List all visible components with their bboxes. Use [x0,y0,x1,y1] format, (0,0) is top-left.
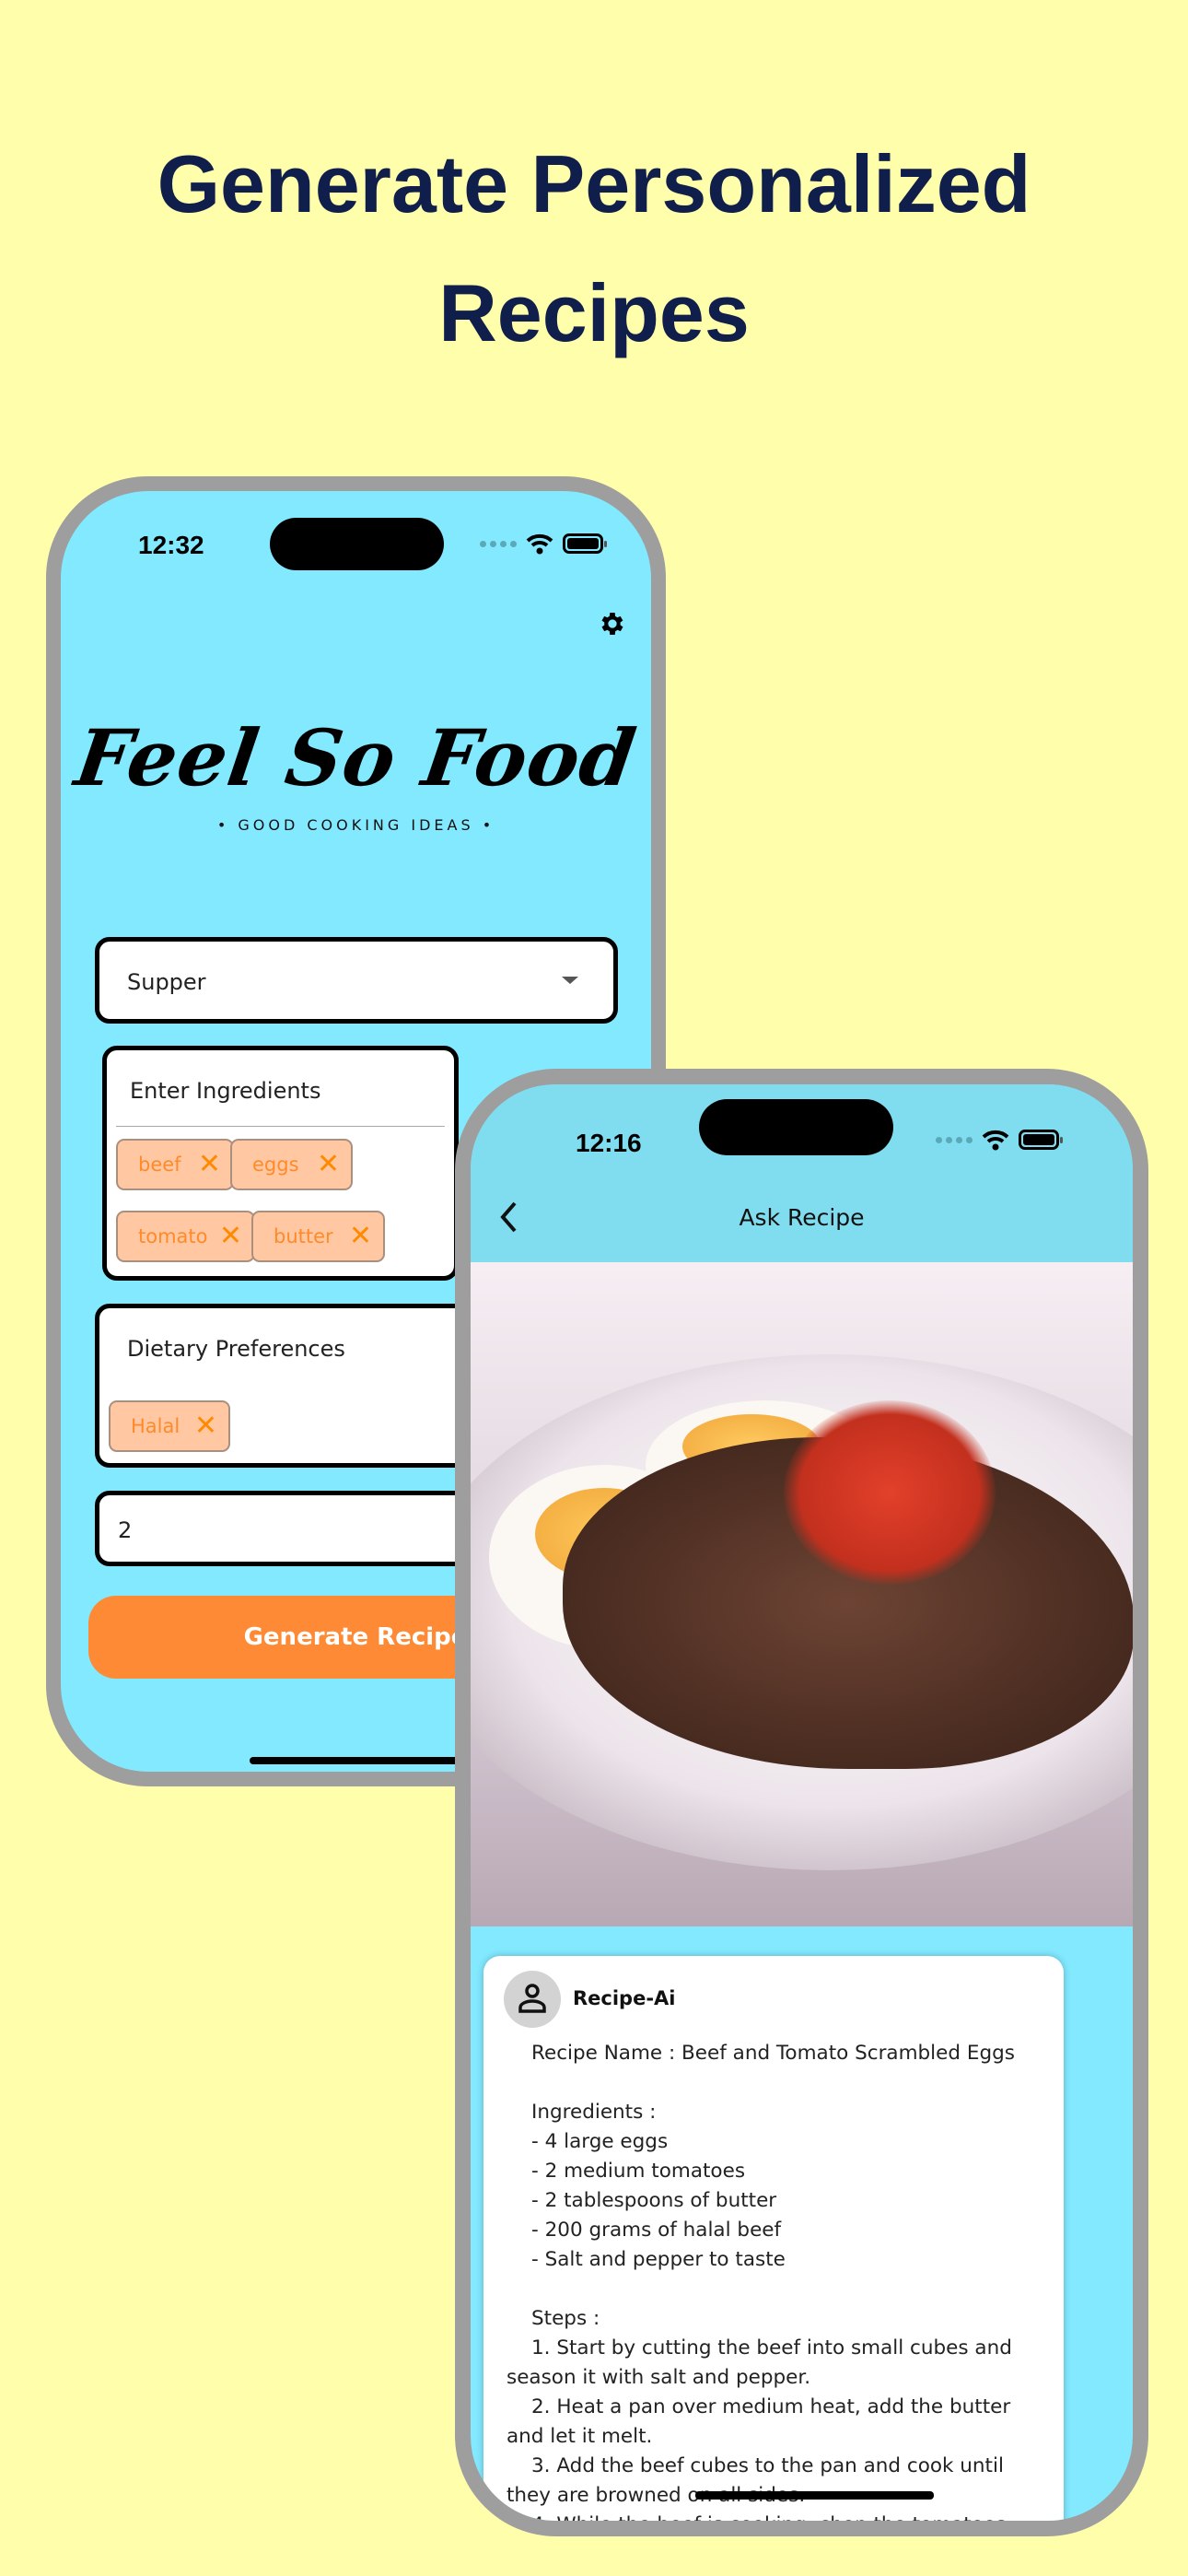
recipe-line: - Salt and pepper to taste [531,2248,786,2271]
recipe-message-card: Recipe-Ai Recipe Name : Beef and Tomato … [483,1956,1064,2521]
servings-value: 2 [118,1517,133,1543]
recipe-line [507,2068,1050,2098]
ingredient-chip: butter ✕ [251,1211,385,1262]
chip-label: eggs [252,1153,299,1176]
recipe-food-image [471,1262,1133,1926]
close-icon[interactable]: ✕ [349,1222,372,1251]
generate-recipe-label: Generate Recipe [243,1623,468,1651]
recipe-screen: 12:16 Ask Recipe Recipe-Ai Recipe Name:… [471,1084,1133,2521]
status-time: 12:16 [576,1129,642,1157]
home-indicator [250,1757,461,1764]
status-icons [936,1129,1063,1151]
recipe-line: 4. While the beef is cooking, chop the t… [507,2511,1050,2521]
signal-icon [480,540,517,547]
close-icon[interactable]: ✕ [317,1150,340,1179]
dynamic-island [270,518,444,570]
close-icon[interactable]: ✕ [219,1222,242,1251]
recipe-line: Recipe Name : Beef and Tomato Scrambled … [531,2042,1015,2065]
recipe-line: - 200 grams of halal beef [531,2219,782,2242]
gear-icon[interactable] [598,609,627,638]
phone-recipe: 12:16 Ask Recipe Recipe-Ai Recipe Name:… [455,1069,1148,2536]
wifi-icon [526,533,553,555]
recipe-line: Ingredients : [531,2101,657,2124]
recipe-text: Recipe Name : Beef and Tomato Scrambled … [507,2039,1050,2521]
dynamic-island [699,1099,893,1155]
page-title: Ask Recipe [739,1204,865,1231]
dietary-chip: Halal ✕ [109,1400,230,1452]
status-time: 12:32 [138,531,204,559]
recipe-line: - 2 medium tomatoes [531,2160,746,2183]
recipe-line: 3. Add the beef cubes to the pan and coo… [507,2454,1010,2507]
app-bar: 12:16 Ask Recipe [471,1084,1133,1262]
divider [116,1126,445,1127]
close-icon[interactable]: ✕ [198,1150,221,1179]
battery-icon [1019,1130,1063,1150]
ingredients-field[interactable]: Enter Ingredients beef ✕ eggs ✕ tomato ✕ bu… [102,1046,459,1281]
chip-label: butter [274,1225,333,1247]
sender-name: Recipe-Ai [573,1987,676,2009]
ingredient-chip: tomato ✕ [116,1211,255,1262]
headline-line-1: Generate Personalized [157,138,1031,229]
recipe-line: 2. Heat a pan over medium heat, add the … [507,2395,1018,2448]
battery-icon [563,533,607,554]
headline-line-2: Recipes [438,267,750,358]
chip-label: Halal [131,1415,181,1437]
app-logo: Feel So Food • GOOD COOKING IDEAS • [61,712,651,834]
close-icon[interactable]: ✕ [194,1411,217,1441]
recipe-line: 1. Start by cutting the beef into small … [507,2336,1019,2389]
status-icons [480,533,607,555]
meal-type-value: Supper [127,969,206,995]
avatar [504,1971,561,2028]
recipe-line: Steps : [531,2307,600,2330]
chip-label: tomato [138,1225,208,1247]
wifi-icon [982,1130,1009,1151]
headline: Generate Personalized Recipes [0,120,1188,378]
person-icon [518,1984,546,2013]
ingredients-label: Enter Ingredients [130,1078,321,1104]
signal-icon [936,1136,973,1143]
ingredient-chip: eggs ✕ [230,1139,353,1190]
dietary-label: Dietary Preferences [127,1336,345,1362]
recipe-line: - 2 tablespoons of butter [531,2189,777,2212]
recipe-line: - 4 large eggs [531,2130,669,2153]
recipe-line [507,2275,1050,2304]
chip-label: beef [138,1153,181,1176]
home-indicator [695,2491,934,2500]
chevron-down-icon [562,977,578,984]
meal-type-dropdown[interactable]: Supper [95,937,618,1024]
ingredient-chip: beef ✕ [116,1139,234,1190]
logo-tagline: • GOOD COOKING IDEAS • [216,816,495,834]
logo-title: Feel So Food [70,712,642,803]
